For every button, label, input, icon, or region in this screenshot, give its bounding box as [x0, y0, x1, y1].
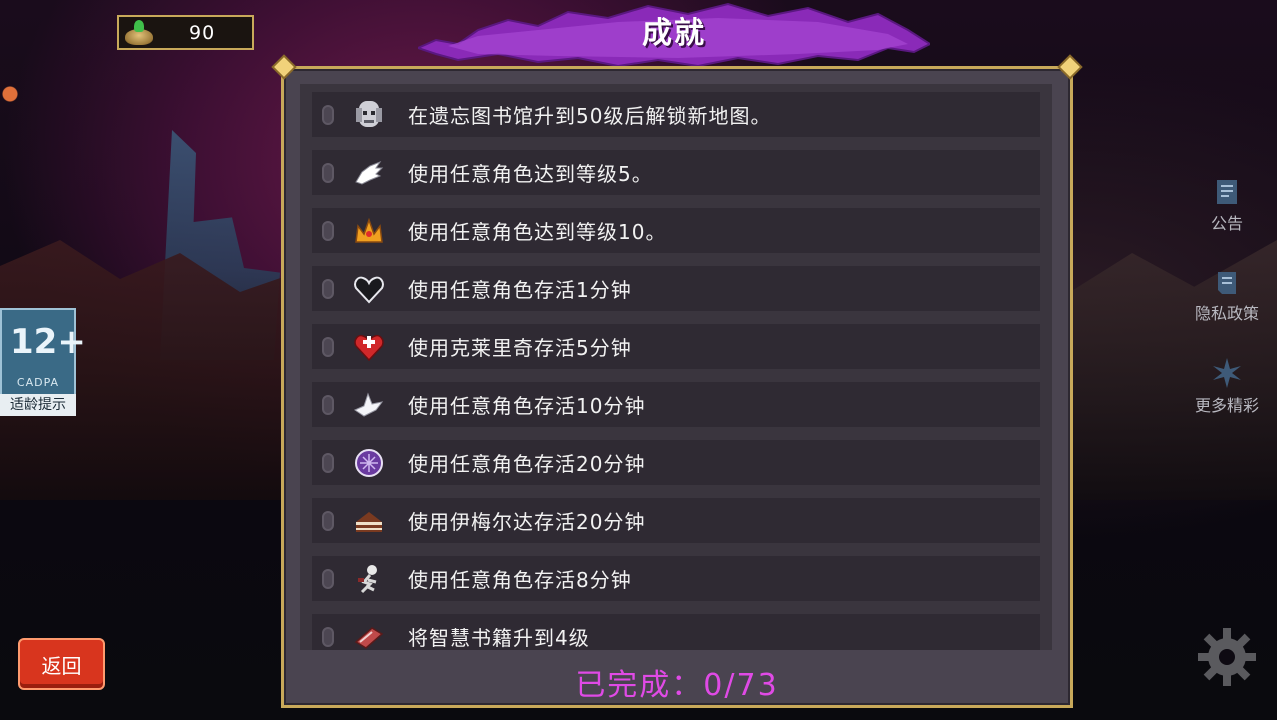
- achievement-row[interactable]: 使用任意角色存活1分钟: [312, 266, 1040, 311]
- skeleton-icon: [352, 562, 386, 596]
- lock-icon: [322, 220, 334, 241]
- age-rating-number: 12+: [10, 322, 86, 362]
- lock-icon: [322, 336, 334, 357]
- achievement-text: 使用任意角色存活20分钟: [408, 452, 646, 476]
- achievement-row[interactable]: 将智慧书籍升到4级: [312, 614, 1040, 650]
- golden-crown-icon: [352, 214, 386, 248]
- red-heart-cross-icon: [352, 330, 386, 364]
- privacy-policy-button[interactable]: 隐私政策: [1182, 268, 1272, 324]
- achievement-row[interactable]: 使用伊梅尔达存活20分钟: [312, 498, 1040, 543]
- lock-icon: [322, 452, 334, 473]
- completed-counter: 已完成：0/73: [575, 668, 779, 703]
- achievement-row[interactable]: 使用任意角色达到等级10。: [312, 208, 1040, 253]
- lock-icon: [322, 162, 334, 183]
- achievement-text: 使用伊梅尔达存活20分钟: [408, 510, 646, 534]
- sparkle-icon: [1213, 358, 1241, 388]
- achievement-list[interactable]: 在遗忘图书馆升到50级后解锁新地图。 使用任意角色达到等级5。 使用任意角色达到…: [300, 84, 1052, 650]
- gold-pile-icon: [121, 19, 157, 47]
- achievement-text: 在遗忘图书馆升到50级后解锁新地图。: [408, 104, 772, 128]
- achievement-text: 使用任意角色存活10分钟: [408, 394, 646, 418]
- age-rating-badge[interactable]: 12+ CADPA 适龄提示: [0, 308, 86, 416]
- achievement-row[interactable]: 使用任意角色存活8分钟: [312, 556, 1040, 601]
- gold-counter: 90: [117, 15, 254, 50]
- age-rating-org: CADPA: [16, 376, 60, 389]
- cake-icon: [352, 504, 386, 538]
- notice-button[interactable]: 公告: [1182, 178, 1272, 234]
- achievement-row[interactable]: 使用任意角色达到等级5。: [312, 150, 1040, 195]
- achievement-row[interactable]: 使用克莱里奇存活5分钟: [312, 324, 1040, 369]
- achievement-text: 使用任意角色达到等级10。: [408, 220, 667, 244]
- achievement-text: 将智慧书籍升到4级: [408, 626, 590, 650]
- privacy-icon: [1218, 272, 1236, 294]
- wings-icon: [352, 156, 386, 190]
- lock-icon: [322, 104, 334, 125]
- dark-heart-icon: [352, 272, 386, 306]
- achievement-text: 使用任意角色存活1分钟: [408, 278, 632, 302]
- lock-icon: [322, 626, 334, 647]
- gold-amount: 90: [189, 21, 216, 44]
- page-title: 成就: [642, 16, 706, 51]
- white-dove-icon: [352, 388, 386, 422]
- achievement-text: 使用任意角色存活8分钟: [408, 568, 632, 592]
- more-label: 更多精彩: [1194, 396, 1259, 415]
- notice-icon: [1217, 180, 1237, 204]
- age-rating-tip: 适龄提示: [0, 394, 76, 416]
- lock-icon: [322, 568, 334, 589]
- game-screen: 90 成就 在遗忘图书馆升到50级后解锁新地图。 使用任意角色达到等级5。 使用…: [0, 0, 1277, 720]
- achievement-text: 使用任意角色达到等级5。: [408, 162, 653, 186]
- notice-label: 公告: [1210, 214, 1243, 233]
- achievement-row[interactable]: 使用任意角色存活10分钟: [312, 382, 1040, 427]
- settings-gear-icon[interactable]: [1196, 626, 1258, 688]
- achievement-row[interactable]: 使用任意角色存活20分钟: [312, 440, 1040, 485]
- background-sun: [0, 80, 26, 140]
- privacy-label: 隐私政策: [1194, 304, 1259, 323]
- achievement-row[interactable]: 在遗忘图书馆升到50级后解锁新地图。: [312, 92, 1040, 137]
- title-banner: 成就: [418, 0, 930, 68]
- spellbook-icon: [352, 620, 386, 651]
- lock-icon: [322, 510, 334, 531]
- achievement-text: 使用克莱里奇存活5分钟: [408, 336, 632, 360]
- skull-statue-icon: [352, 98, 386, 132]
- purple-orb-icon: [352, 446, 386, 480]
- lock-icon: [322, 278, 334, 299]
- lock-icon: [322, 394, 334, 415]
- more-button[interactable]: 更多精彩: [1182, 356, 1272, 416]
- back-button[interactable]: 返回: [18, 638, 105, 690]
